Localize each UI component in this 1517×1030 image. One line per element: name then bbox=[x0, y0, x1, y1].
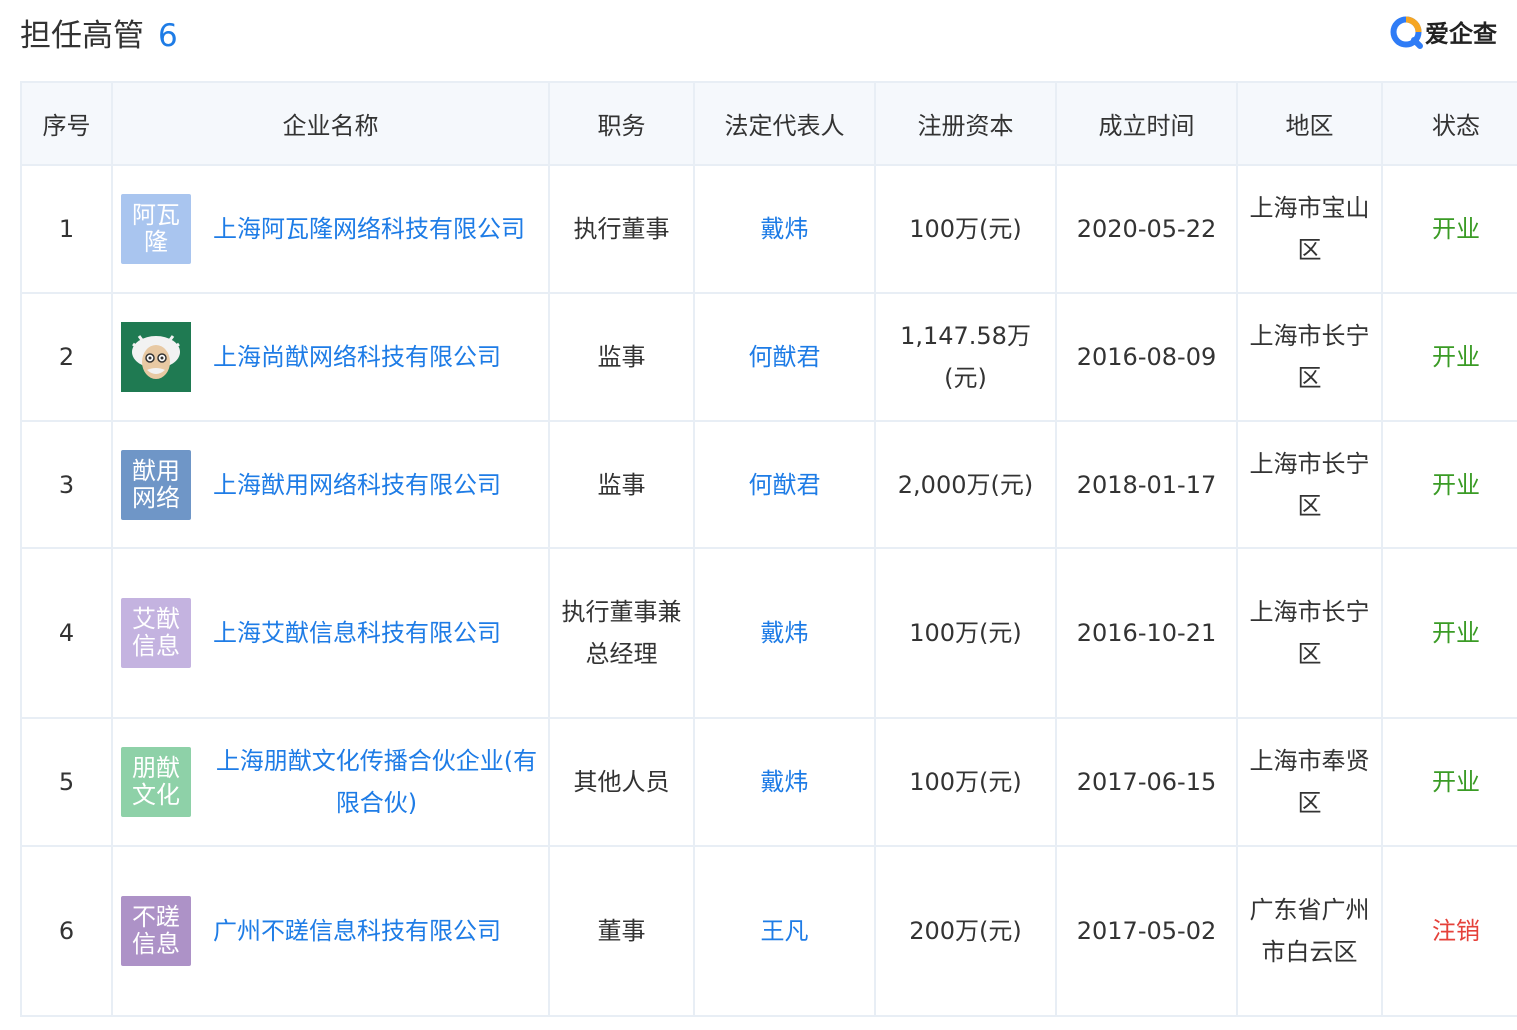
date-cell: 2017-05-02 bbox=[1055, 845, 1238, 1017]
status-cell: 开业 bbox=[1381, 420, 1517, 549]
role-cell: 监事 bbox=[548, 292, 695, 422]
status-badge: 开业 bbox=[1432, 343, 1480, 371]
capital-cell: 100万(元) bbox=[874, 547, 1057, 719]
company-cell: 艾猷信息 上海艾猷信息科技有限公司 bbox=[111, 547, 550, 719]
col-header-capital: 注册资本 bbox=[874, 81, 1057, 166]
company-logo[interactable]: 阿瓦隆 bbox=[121, 194, 191, 264]
row-seq: 3 bbox=[20, 420, 113, 549]
col-header-company: 企业名称 bbox=[111, 81, 550, 166]
company-logo[interactable]: 猷用网络 bbox=[121, 449, 191, 520]
table-row: 6 不蹉信息 广州不蹉信息科技有限公司 董事 王凡 200万(元) 2017-0… bbox=[20, 845, 1517, 1017]
company-cell: 不蹉信息 广州不蹉信息科技有限公司 bbox=[111, 845, 550, 1017]
legal-rep-cell: 王凡 bbox=[693, 845, 876, 1017]
legal-rep-cell: 何猷君 bbox=[693, 292, 876, 422]
status-badge: 注销 bbox=[1432, 917, 1480, 945]
einstein-avatar-icon bbox=[121, 322, 191, 392]
col-header-status: 状态 bbox=[1381, 81, 1517, 166]
legal-rep-link[interactable]: 何猷君 bbox=[749, 471, 821, 499]
table-header-row: 序号 企业名称 职务 法定代表人 注册资本 成立时间 地区 状态 bbox=[20, 81, 1517, 166]
executive-positions-table: 序号 企业名称 职务 法定代表人 注册资本 成立时间 地区 状态 1 阿瓦隆 上… bbox=[20, 81, 1517, 1017]
status-cell: 开业 bbox=[1381, 292, 1517, 422]
capital-cell: 100万(元) bbox=[874, 717, 1057, 847]
legal-rep-link[interactable]: 戴炜 bbox=[761, 619, 809, 647]
row-seq: 4 bbox=[20, 547, 113, 719]
status-badge: 开业 bbox=[1432, 768, 1480, 796]
table-row: 5 朋猷文化 上海朋猷文化传播合伙企业(有限合伙) 其他人员 戴炜 100万(元… bbox=[20, 717, 1517, 847]
page-title-text: 担任高管 bbox=[20, 18, 144, 54]
status-cell: 开业 bbox=[1381, 164, 1517, 294]
page-header: 担任高管 6 爱企查 bbox=[0, 0, 1517, 80]
area-cell: 广东省广州市白云区 bbox=[1236, 845, 1383, 1017]
company-cell: 猷用网络 上海猷用网络科技有限公司 bbox=[111, 420, 550, 549]
role-cell: 董事 bbox=[548, 845, 695, 1017]
col-header-legal-rep: 法定代表人 bbox=[693, 81, 876, 166]
col-header-seq: 序号 bbox=[20, 81, 113, 166]
row-seq: 2 bbox=[20, 292, 113, 422]
company-cell: 朋猷文化 上海朋猷文化传播合伙企业(有限合伙) bbox=[111, 717, 550, 847]
table-row: 2 上海尚猷网络科技有限公司 监事 何猷君 1,147.58万(元) 2016-… bbox=[20, 292, 1517, 422]
legal-rep-cell: 何猷君 bbox=[693, 420, 876, 549]
company-logo[interactable] bbox=[121, 322, 191, 392]
aiqicha-logo-icon bbox=[1390, 16, 1423, 49]
area-cell: 上海市奉贤区 bbox=[1236, 717, 1383, 847]
row-seq: 1 bbox=[20, 164, 113, 294]
legal-rep-link[interactable]: 戴炜 bbox=[761, 768, 809, 796]
company-logo[interactable]: 艾猷信息 bbox=[121, 598, 191, 668]
page-title: 担任高管 6 bbox=[20, 10, 178, 55]
company-cell: 上海尚猷网络科技有限公司 bbox=[111, 292, 550, 422]
status-badge: 开业 bbox=[1432, 619, 1480, 647]
company-cell: 阿瓦隆 上海阿瓦隆网络科技有限公司 bbox=[111, 164, 550, 294]
capital-cell: 2,000万(元) bbox=[874, 420, 1057, 549]
company-name-link[interactable]: 上海阿瓦隆网络科技有限公司 bbox=[213, 208, 525, 250]
table-row: 3 猷用网络 上海猷用网络科技有限公司 监事 何猷君 2,000万(元) 201… bbox=[20, 420, 1517, 549]
date-cell: 2017-06-15 bbox=[1055, 717, 1238, 847]
role-cell: 监事 bbox=[548, 420, 695, 549]
company-name-link[interactable]: 上海尚猷网络科技有限公司 bbox=[213, 336, 501, 378]
company-logo[interactable]: 不蹉信息 bbox=[121, 896, 191, 966]
legal-rep-cell: 戴炜 bbox=[693, 717, 876, 847]
company-name-link[interactable]: 广州不蹉信息科技有限公司 bbox=[213, 910, 501, 952]
col-header-role: 职务 bbox=[548, 81, 695, 166]
company-name-link[interactable]: 上海朋猷文化传播合伙企业(有限合伙) bbox=[213, 740, 540, 824]
status-cell: 开业 bbox=[1381, 547, 1517, 719]
legal-rep-link[interactable]: 王凡 bbox=[761, 917, 809, 945]
capital-cell: 1,147.58万(元) bbox=[874, 292, 1057, 422]
role-cell: 其他人员 bbox=[548, 717, 695, 847]
row-seq: 6 bbox=[20, 845, 113, 1017]
date-cell: 2016-10-21 bbox=[1055, 547, 1238, 719]
status-cell: 开业 bbox=[1381, 717, 1517, 847]
date-cell: 2016-08-09 bbox=[1055, 292, 1238, 422]
brand-name: 爱企查 bbox=[1425, 20, 1497, 48]
row-seq: 5 bbox=[20, 717, 113, 847]
area-cell: 上海市长宁区 bbox=[1236, 420, 1383, 549]
status-badge: 开业 bbox=[1432, 215, 1480, 243]
area-cell: 上海市宝山区 bbox=[1236, 164, 1383, 294]
area-cell: 上海市长宁区 bbox=[1236, 547, 1383, 719]
company-name-link[interactable]: 上海艾猷信息科技有限公司 bbox=[213, 612, 501, 654]
brand-logo[interactable]: 爱企查 bbox=[1389, 14, 1497, 49]
company-logo[interactable]: 朋猷文化 bbox=[121, 747, 191, 817]
legal-rep-cell: 戴炜 bbox=[693, 547, 876, 719]
capital-cell: 100万(元) bbox=[874, 164, 1057, 294]
legal-rep-cell: 戴炜 bbox=[693, 164, 876, 294]
company-name-link[interactable]: 上海猷用网络科技有限公司 bbox=[213, 464, 501, 506]
date-cell: 2018-01-17 bbox=[1055, 420, 1238, 549]
legal-rep-link[interactable]: 何猷君 bbox=[749, 343, 821, 371]
legal-rep-link[interactable]: 戴炜 bbox=[761, 215, 809, 243]
role-cell: 执行董事 bbox=[548, 164, 695, 294]
title-count: 6 bbox=[158, 18, 178, 54]
col-header-area: 地区 bbox=[1236, 81, 1383, 166]
status-cell: 注销 bbox=[1381, 845, 1517, 1017]
table-row: 1 阿瓦隆 上海阿瓦隆网络科技有限公司 执行董事 戴炜 100万(元) 2020… bbox=[20, 164, 1517, 294]
date-cell: 2020-05-22 bbox=[1055, 164, 1238, 294]
role-cell: 执行董事兼总经理 bbox=[548, 547, 695, 719]
capital-cell: 200万(元) bbox=[874, 845, 1057, 1017]
col-header-date: 成立时间 bbox=[1055, 81, 1238, 166]
status-badge: 开业 bbox=[1432, 470, 1480, 499]
table-row: 4 艾猷信息 上海艾猷信息科技有限公司 执行董事兼总经理 戴炜 100万(元) … bbox=[20, 547, 1517, 719]
area-cell: 上海市长宁区 bbox=[1236, 292, 1383, 422]
